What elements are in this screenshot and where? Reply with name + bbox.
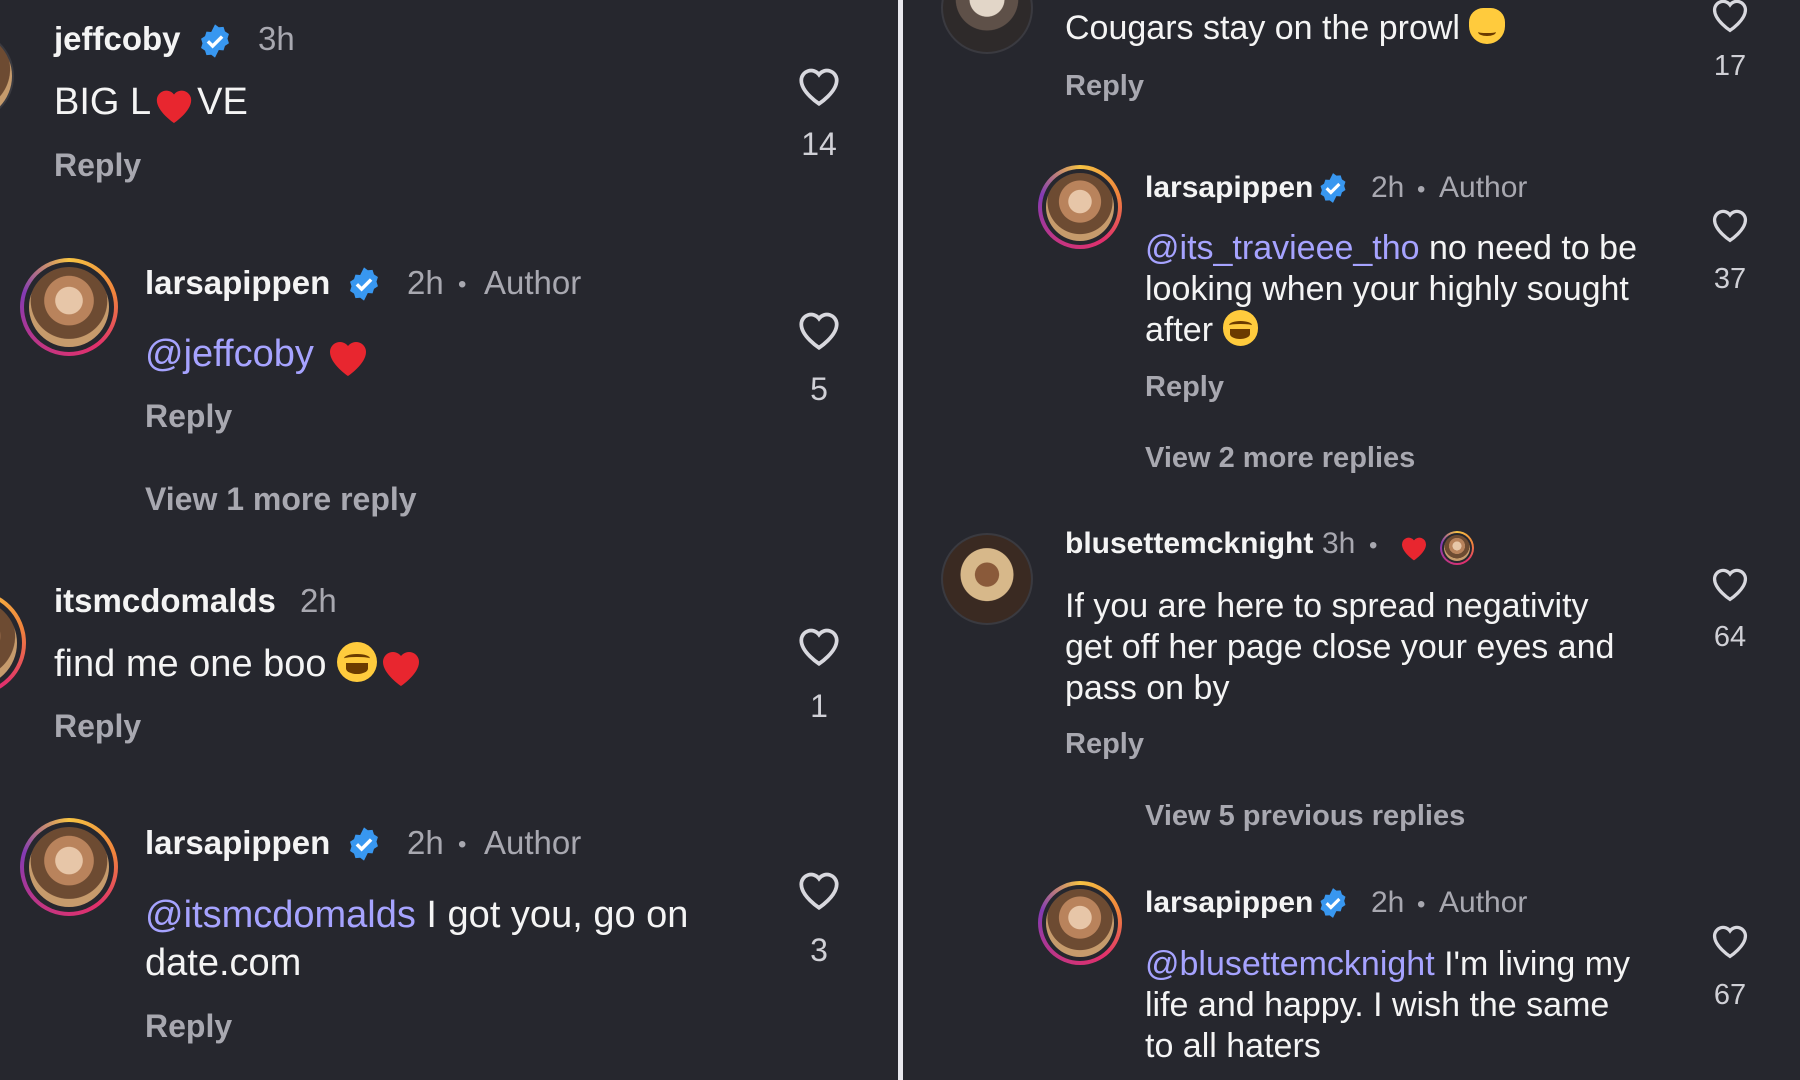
heart-outline-icon[interactable]	[794, 866, 844, 912]
mention-link[interactable]: @blusettemcknight	[1145, 945, 1435, 983]
verified-badge-icon	[201, 24, 229, 58]
laughing-emoji	[337, 641, 377, 682]
author-label: Author	[1439, 171, 1528, 204]
comment-text: @its_travieee_tho no need to be looking …	[1145, 229, 1637, 349]
comment-username[interactable]: larsapippen	[145, 264, 330, 302]
author-label: Author	[484, 264, 582, 301]
view-previous-replies[interactable]: View 5 previous replies	[1145, 800, 1465, 833]
like-count: 1	[810, 688, 828, 724]
view-more-replies[interactable]: View 1 more reply	[145, 481, 417, 518]
red-heart-emoji	[330, 341, 367, 376]
comments-panel-left: jeffcoby 3h BIG L VE Reply 14 larsapippen…	[0, 0, 898, 1080]
like-count: 17	[1713, 50, 1747, 82]
comment-text: @jeffcoby	[145, 330, 372, 378]
avatar[interactable]	[20, 258, 118, 356]
separator-dot: •	[458, 271, 467, 298]
avatar[interactable]	[1038, 165, 1122, 249]
verified-badge-icon	[350, 267, 378, 301]
like-count: 67	[1713, 979, 1747, 1011]
like-count: 5	[810, 371, 828, 407]
separator-dot: •	[458, 831, 467, 858]
verified-badge-icon	[350, 827, 378, 861]
laughing-emoji	[1222, 310, 1259, 347]
like-count: 64	[1713, 621, 1747, 653]
separator-dot: •	[1369, 532, 1378, 559]
reply-button[interactable]: Reply	[54, 708, 141, 745]
heart-outline-icon[interactable]	[794, 306, 844, 352]
view-more-replies[interactable]: View 2 more replies	[1145, 442, 1415, 475]
comment-time: 2h	[407, 824, 444, 861]
heart-outline-icon[interactable]	[1708, 563, 1752, 603]
comment-time: 2h	[300, 582, 337, 619]
comment-username[interactable]: blusettemcknight	[1065, 527, 1313, 561]
comment-time: 2h	[1371, 886, 1405, 919]
comment-time: 3h	[258, 20, 295, 57]
avatar[interactable]	[0, 590, 26, 696]
heart-outline-icon[interactable]	[1708, 204, 1752, 244]
red-heart-emoji	[1402, 537, 1426, 561]
avatar[interactable]	[941, 533, 1033, 625]
author-label: Author	[1439, 886, 1528, 919]
verified-badge-icon	[1320, 173, 1346, 203]
heart-outline-icon[interactable]	[1708, 920, 1752, 960]
avatar[interactable]	[20, 818, 118, 916]
comment-username[interactable]: larsapippen	[1145, 886, 1313, 920]
comment-time: 2h	[1371, 171, 1405, 204]
red-heart-emoji	[156, 90, 192, 124]
comment-text: Cougars stay on the prowl	[1065, 8, 1506, 49]
comment-username[interactable]: jeffcoby	[54, 20, 181, 58]
author-liked-avatar	[1440, 531, 1474, 565]
avatar[interactable]	[0, 30, 14, 122]
comment-text: find me one boo	[54, 640, 425, 688]
reply-button[interactable]: Reply	[145, 1008, 232, 1045]
reply-button[interactable]: Reply	[54, 147, 141, 184]
comment-text: @blusettemcknight I'm living my life and…	[1145, 945, 1631, 1065]
mention-link[interactable]: @jeffcoby	[145, 333, 314, 375]
mention-link[interactable]: @its_travieee_tho	[1145, 229, 1420, 267]
verified-badge-icon	[1320, 888, 1346, 918]
comment-username[interactable]: larsapippen	[145, 824, 330, 862]
red-heart-emoji	[382, 651, 419, 686]
like-count: 37	[1713, 263, 1747, 295]
heart-outline-icon[interactable]	[794, 622, 844, 668]
like-count: 14	[801, 126, 837, 162]
heart-outline-icon[interactable]	[794, 62, 844, 108]
comment-text: BIG L VE	[54, 81, 248, 124]
comment-time: 3h	[1322, 527, 1356, 560]
separator-dot: •	[1417, 891, 1426, 918]
reply-button[interactable]: Reply	[1065, 70, 1144, 103]
reply-button[interactable]: Reply	[1065, 728, 1144, 761]
comment-username[interactable]: itsmcdomalds	[54, 582, 276, 620]
comment-username[interactable]: larsapippen	[1145, 171, 1313, 205]
avatar[interactable]	[941, 0, 1033, 54]
heart-outline-icon[interactable]	[1708, 0, 1752, 34]
like-count: 3	[810, 932, 828, 968]
cat-emoji	[1469, 8, 1506, 45]
reply-button[interactable]: Reply	[145, 398, 232, 435]
comment-text: @itsmcdomalds I got you, go on date.com	[145, 894, 689, 984]
comments-panel-right: Cougars stay on the prowl Reply 17 larsa…	[903, 0, 1800, 1080]
comment-time: 2h	[407, 264, 444, 301]
reply-button[interactable]: Reply	[1145, 371, 1224, 404]
comment-text: If you are here to spread negativity get…	[1065, 587, 1615, 707]
mention-link[interactable]: @itsmcdomalds	[145, 894, 416, 936]
separator-dot: •	[1417, 176, 1426, 203]
author-label: Author	[484, 824, 582, 861]
avatar[interactable]	[1038, 881, 1122, 965]
